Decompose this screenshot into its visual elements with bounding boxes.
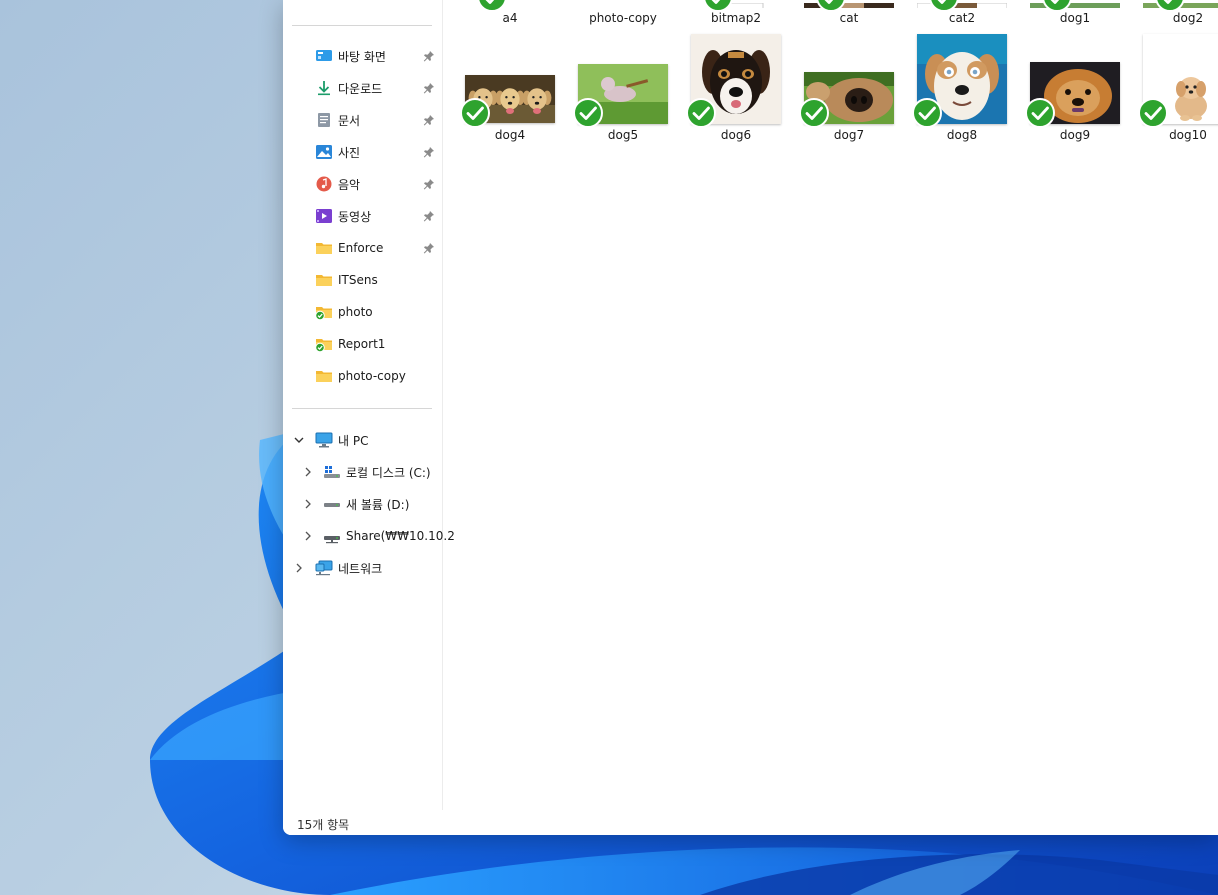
nav-item-8[interactable]: ITSens [315,266,378,294]
pin-icon [423,82,435,94]
sync-status-check-icon [1025,98,1055,128]
desktop-icon [315,47,333,65]
file-tile-dog5[interactable]: dog5 [573,0,673,142]
sync-status-check-icon [1138,98,1168,128]
computer-icon [315,431,333,449]
file-tile-dog6[interactable]: dog6 [686,0,786,142]
video-icon [315,207,333,225]
pin-icon [423,242,435,254]
folder-icon [315,367,333,385]
file-tile-dog10[interactable]: dog10 [1138,0,1218,142]
pictures-icon [315,143,333,161]
divider [292,408,432,409]
pin-icon [423,210,435,222]
folder-icon [315,239,333,257]
file-name: dog9 [1059,128,1091,142]
nav-item-6[interactable]: 동영상 [315,202,371,230]
folder-icon [315,271,333,289]
music-icon [315,175,333,193]
sync-status-check-icon [799,98,829,128]
file-explorer-window: 바탕 화면다운로드문서사진음악동영상 Enforce ITSens photo Repo… [283,0,1218,835]
nav-item-1[interactable]: 바탕 화면 [315,42,386,70]
nav-this-pc[interactable]: 내 PC [315,426,368,454]
divider [292,25,432,26]
network-drive-icon [323,527,341,545]
sync-status-check-icon [686,98,716,128]
nav-network-drive[interactable]: Share(₩₩10.10.2 [323,522,455,550]
chevron-right-icon[interactable] [302,530,314,542]
item-count: 15개 항목 [297,818,350,832]
nav-label: ITSens [338,273,378,287]
nav-item-9[interactable]: photo [315,298,373,326]
file-name: dog10 [1169,128,1207,142]
pin-icon [423,146,435,158]
chevron-right-icon[interactable] [293,562,305,574]
nav-label: 내 PC [338,433,369,448]
file-name: dog5 [607,128,639,142]
chevron-down-icon[interactable] [293,434,305,446]
chevron-right-icon[interactable] [302,466,314,478]
file-tile-dog9[interactable]: dog9 [1025,0,1125,142]
nav-label: photo [338,305,373,319]
pin-icon [423,50,435,62]
navigation-pane: 바탕 화면다운로드문서사진음악동영상 Enforce ITSens photo Repo… [283,0,455,810]
network-icon [315,559,333,577]
drive-icon [323,495,341,513]
nav-label: 바탕 화면 [338,49,386,64]
file-tile-dog4[interactable]: dog4 [460,0,560,142]
sync-status-check-icon [912,98,942,128]
file-name: dog7 [833,128,865,142]
sync-status-check-icon [573,98,603,128]
nav-label: Share(₩₩10.10.2 [346,529,455,543]
nav-label: 로컬 디스크 (C:) [346,465,431,480]
folder-synced-icon [315,303,333,321]
file-name: dog8 [946,128,978,142]
file-name: dog4 [494,128,526,142]
file-grid: a4 photo-copy bitmap2 cat cat2 dog1 dog2 dog4 … [443,0,1218,810]
file-tile-dog7[interactable]: dog7 [799,0,899,142]
nav-label: 음악 [338,177,361,192]
nav-item-10[interactable]: Report1 [315,330,385,358]
sync-status-check-icon [460,98,490,128]
nav-item-11[interactable]: photo-copy [315,362,406,390]
windows-drive-icon [323,463,341,481]
file-tile-dog8[interactable]: dog8 [912,0,1012,142]
nav-label: Enforce [338,241,384,255]
nav-label: 다운로드 [338,81,383,96]
nav-label: 문서 [338,113,361,128]
nav-network[interactable]: 네트워크 [315,554,382,582]
nav-label: 네트워크 [338,561,383,576]
status-bar: 15개 항목 [283,810,1218,835]
folder-synced-icon [315,335,333,353]
pin-icon [423,178,435,190]
nav-drive-d[interactable]: 새 볼륨 (D:) [323,490,409,518]
nav-drive-c[interactable]: 로컬 디스크 (C:) [323,458,431,486]
nav-label: 새 볼륨 (D:) [346,497,410,512]
nav-label: 사진 [338,145,361,160]
nav-label: Report1 [338,337,386,351]
nav-item-7[interactable]: Enforce [315,234,383,262]
nav-item-2[interactable]: 다운로드 [315,74,382,102]
document-icon [315,111,333,129]
nav-label: 동영상 [338,209,372,224]
chevron-right-icon[interactable] [302,498,314,510]
download-icon [315,79,333,97]
pin-icon [423,114,435,126]
nav-item-3[interactable]: 문서 [315,106,360,134]
nav-item-4[interactable]: 사진 [315,138,360,166]
file-name: dog6 [720,128,752,142]
nav-item-5[interactable]: 음악 [315,170,360,198]
nav-label: photo-copy [338,369,406,383]
